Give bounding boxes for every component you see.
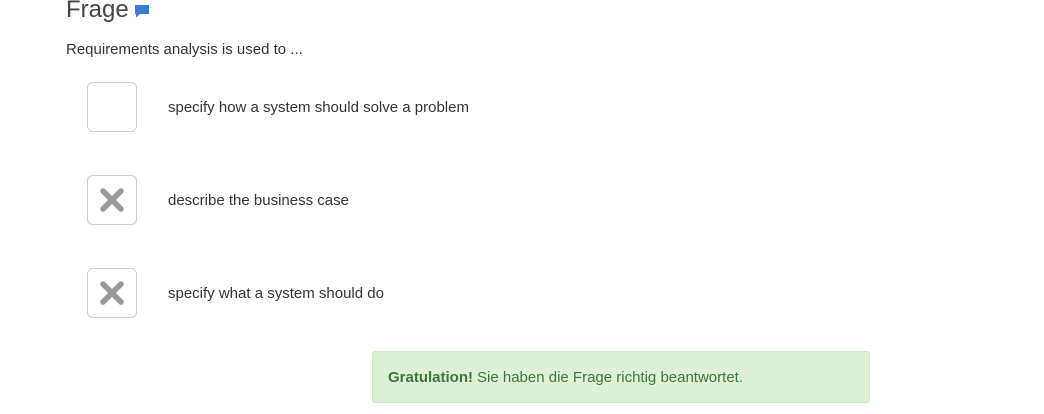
answer-checkbox-2[interactable]	[87, 175, 137, 225]
answer-option-3[interactable]: specify what a system should do	[87, 268, 384, 318]
answer-option-2[interactable]: describe the business case	[87, 175, 349, 225]
quiz-page: Frage Requirements analysis is used to .…	[0, 0, 1044, 414]
feedback-alert: Gratulation! Sie haben die Frage richtig…	[372, 351, 870, 403]
page-title: Frage	[66, 0, 129, 23]
answer-label-2: describe the business case	[168, 191, 349, 209]
feedback-text: Sie haben die Frage richtig beantwortet.	[477, 368, 743, 386]
question-text: Requirements analysis is used to ...	[66, 41, 303, 58]
answer-label-3: specify what a system should do	[168, 284, 384, 302]
feedback-strong: Gratulation!	[388, 368, 473, 386]
x-mark-icon	[100, 281, 124, 305]
comment-icon[interactable]	[133, 2, 151, 20]
answer-label-1: specify how a system should solve a prob…	[168, 98, 469, 116]
answer-option-1[interactable]: specify how a system should solve a prob…	[87, 82, 469, 132]
title-row: Frage	[66, 0, 151, 26]
answer-checkbox-1[interactable]	[87, 82, 137, 132]
answer-checkbox-3[interactable]	[87, 268, 137, 318]
x-mark-icon	[100, 188, 124, 212]
